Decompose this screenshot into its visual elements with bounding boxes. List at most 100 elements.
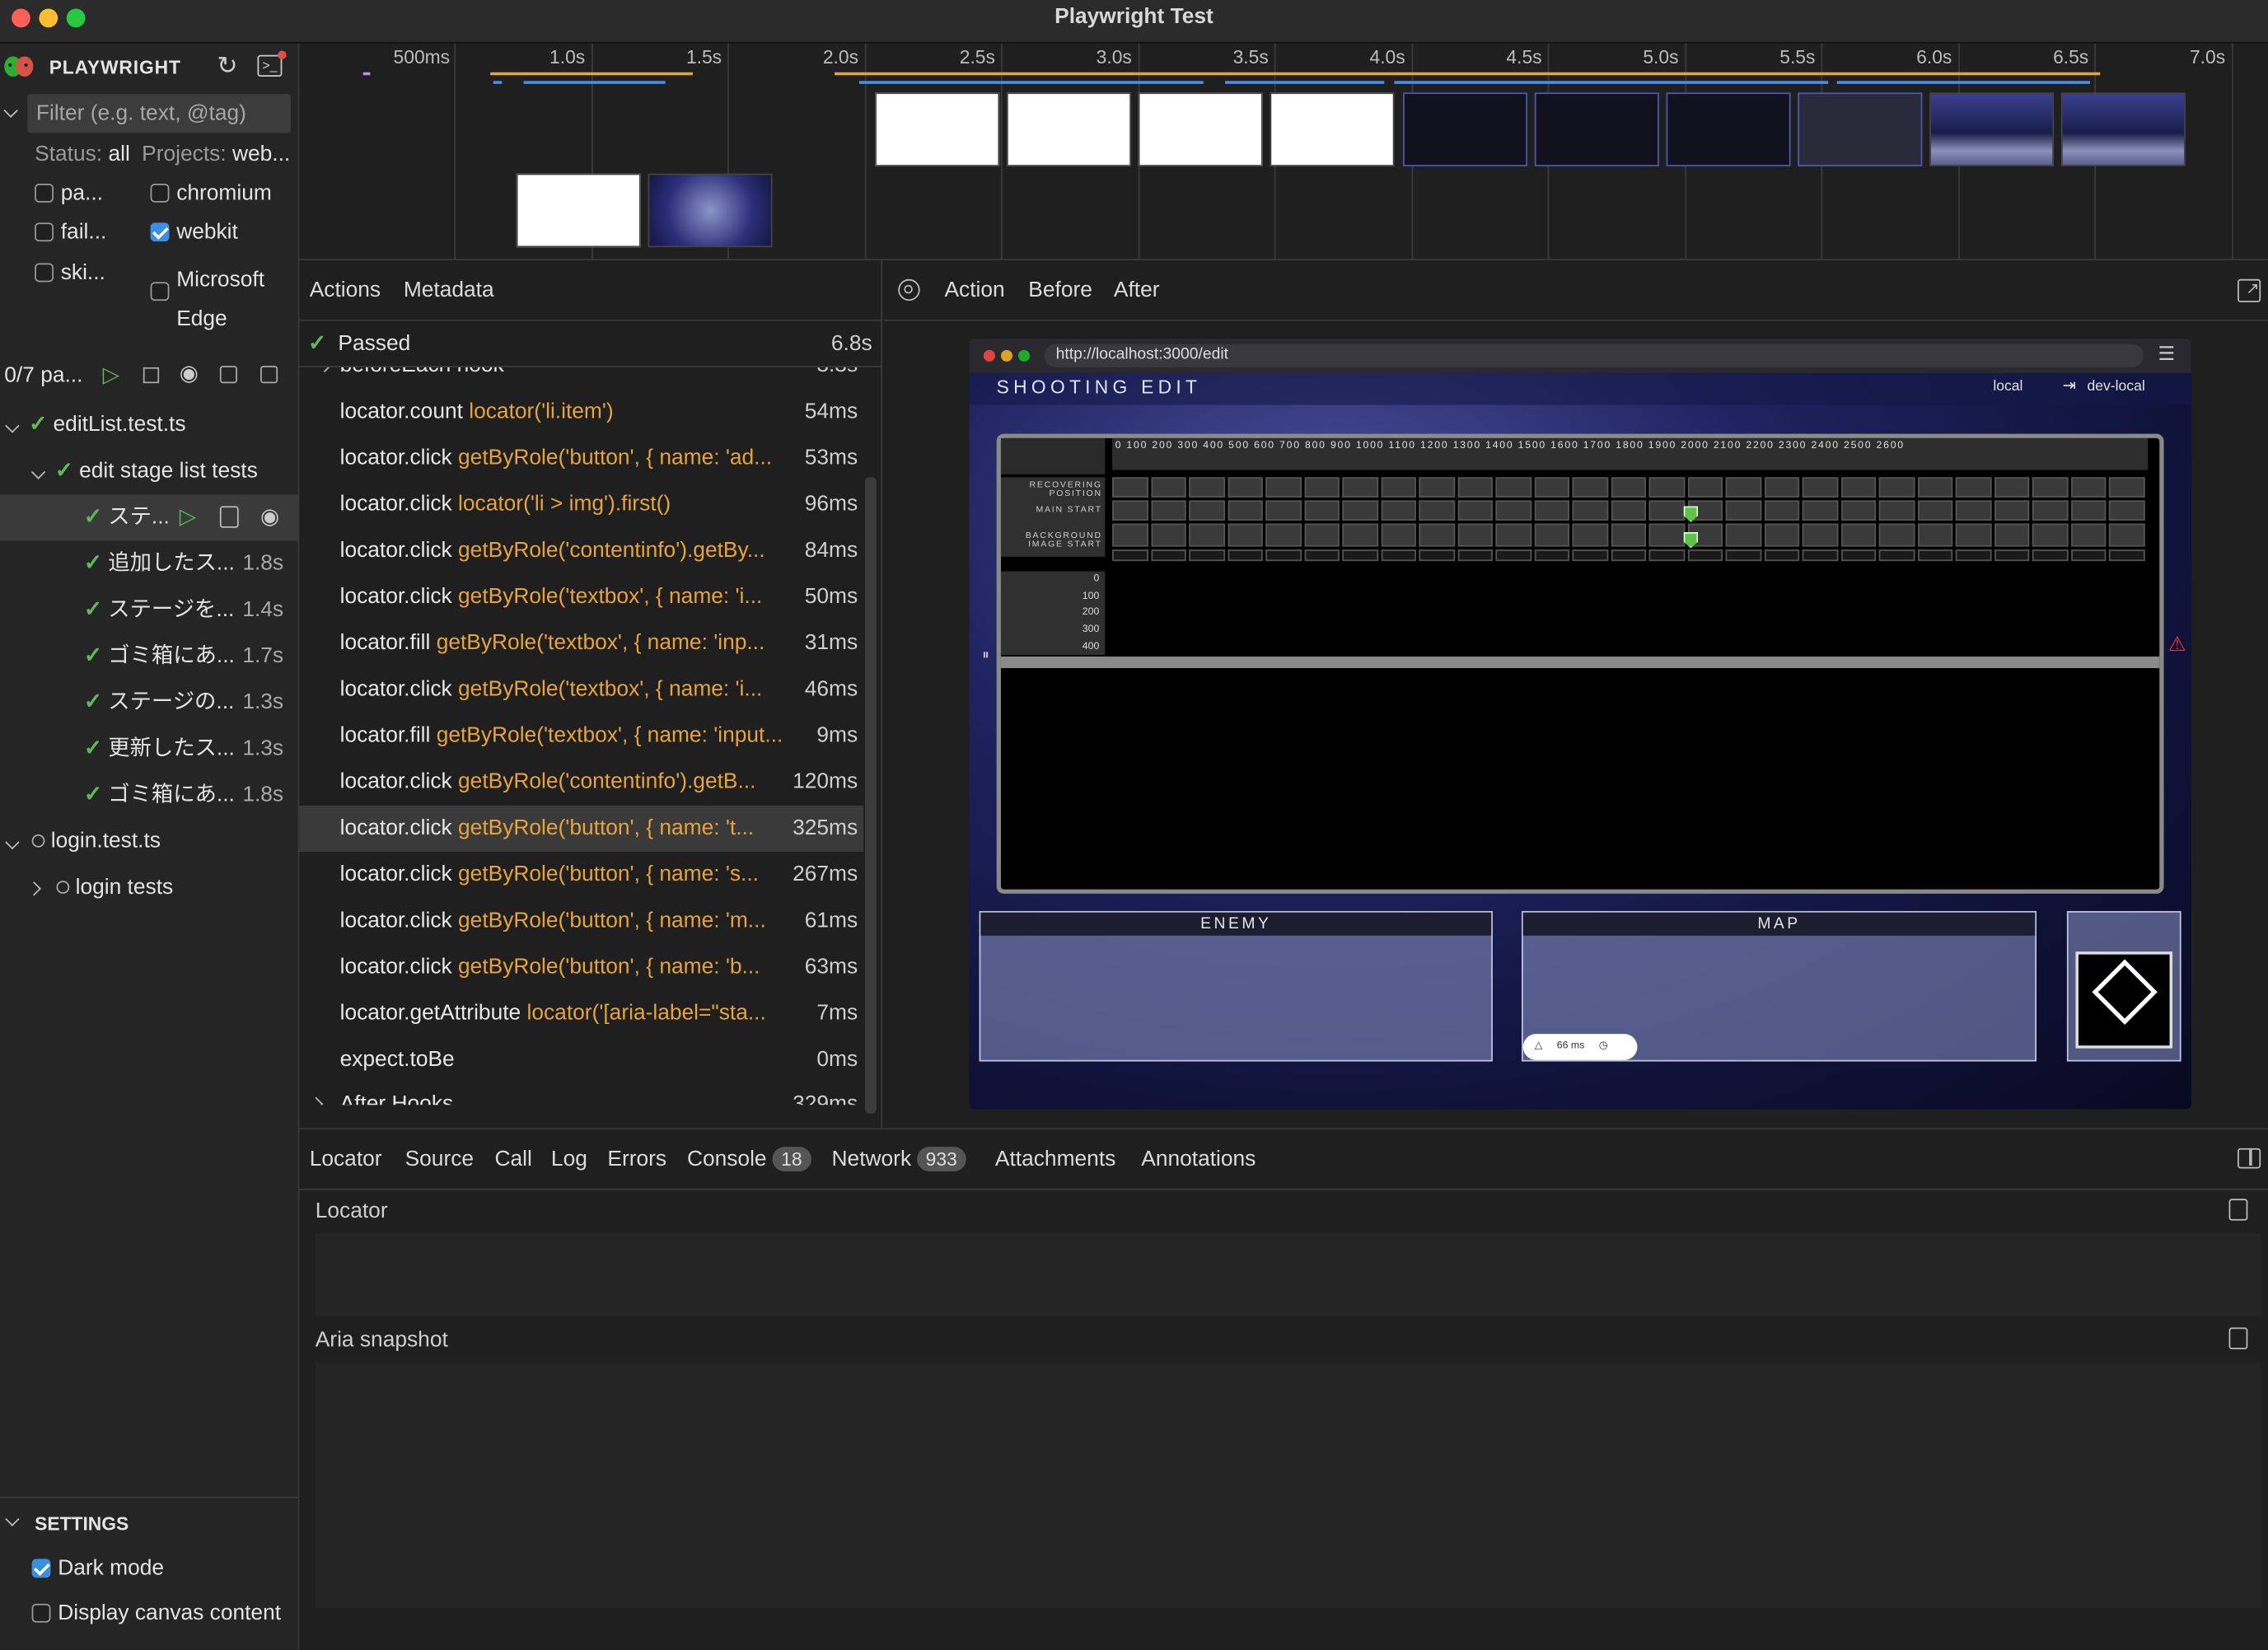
tab-action[interactable]: Action xyxy=(944,278,1004,302)
enemy-panel[interactable]: ENEMY xyxy=(979,910,1493,1062)
grid-cell[interactable] xyxy=(1572,500,1608,521)
grid-cell[interactable] xyxy=(2032,477,2069,498)
tab-call[interactable]: Call xyxy=(494,1147,531,1171)
grid-cell[interactable] xyxy=(1381,523,1417,547)
grid-cell[interactable] xyxy=(1112,500,1148,521)
grid-cell[interactable] xyxy=(2071,523,2107,547)
grid-cell[interactable] xyxy=(1150,549,1186,562)
after-hooks-row[interactable]: After Hooks 329ms xyxy=(299,1082,863,1105)
chevron-right-icon[interactable] xyxy=(26,881,41,896)
event-grid[interactable] xyxy=(1112,477,2148,569)
display-canvas-setting[interactable]: Display canvas content xyxy=(31,1601,281,1625)
checkbox-skipped[interactable]: ski... xyxy=(35,260,105,285)
grid-cell[interactable] xyxy=(1495,500,1531,521)
copy-locator-icon[interactable] xyxy=(2228,1199,2248,1221)
close-window-button[interactable] xyxy=(12,8,30,28)
tab-errors[interactable]: Errors xyxy=(607,1147,666,1171)
action-row[interactable]: locator.click locator('li > img').first(… xyxy=(299,481,864,528)
action-row[interactable]: beforeEach hook 3.3s xyxy=(299,367,863,389)
checkbox-box[interactable] xyxy=(35,222,54,242)
grid-cell[interactable] xyxy=(1879,477,1915,498)
action-row[interactable]: locator.click getByRole('button', { name… xyxy=(299,435,864,482)
checkbox-box[interactable] xyxy=(31,1603,51,1623)
grid-cell[interactable] xyxy=(1342,523,1378,547)
screenshot-thumbnail[interactable] xyxy=(875,92,1000,166)
grid-cell[interactable] xyxy=(1840,549,1877,562)
grid-cell[interactable] xyxy=(1648,523,1685,547)
grid-cell[interactable] xyxy=(1381,549,1417,562)
grid-cell[interactable] xyxy=(1265,500,1302,521)
grid-cell[interactable] xyxy=(1342,549,1378,562)
grid-cell[interactable] xyxy=(2032,549,2069,562)
grid-cell[interactable] xyxy=(1803,523,1839,547)
grid-cell[interactable] xyxy=(1227,477,1263,498)
tree-item-test[interactable]: ✓ 更新したス... 1.3s xyxy=(0,726,298,772)
grid-cell[interactable] xyxy=(1917,523,1953,547)
map-panel[interactable]: MAP △ 66 ms ◷ xyxy=(1521,910,2037,1062)
grid-cell[interactable] xyxy=(1534,477,1570,498)
grid-cell[interactable] xyxy=(1572,523,1608,547)
grid-cell[interactable] xyxy=(1303,549,1340,562)
checkbox-box[interactable] xyxy=(150,222,170,242)
checkbox-passed[interactable]: pa... xyxy=(35,180,103,205)
target-icon[interactable] xyxy=(898,278,920,301)
grid-cell[interactable] xyxy=(2109,500,2145,521)
tab-console[interactable]: Console 18 xyxy=(687,1147,811,1171)
action-row[interactable]: locator.click getByRole('button', { name… xyxy=(299,898,864,945)
aria-snapshot-editor[interactable] xyxy=(315,1362,2261,1609)
grid-cell[interactable] xyxy=(1265,477,1302,498)
checkbox-box[interactable] xyxy=(31,1559,51,1578)
tree-item-edit-stage-list-tests[interactable]: ✓ edit stage list tests xyxy=(0,448,298,494)
collapse-all-icon[interactable] xyxy=(219,366,237,384)
tree-item-test[interactable]: ✓ 追加したス... 1.8s xyxy=(0,541,298,587)
grid-cell[interactable] xyxy=(1419,549,1455,562)
grid-cell[interactable] xyxy=(2109,549,2145,562)
action-row[interactable]: locator.click getByRole('textbox', { nam… xyxy=(299,573,864,621)
grid-cell[interactable] xyxy=(1726,500,1762,521)
grid-cell[interactable] xyxy=(1840,500,1877,521)
actions-scrollbar[interactable] xyxy=(864,477,877,1114)
grid-cell[interactable] xyxy=(1227,500,1263,521)
grid-cell[interactable] xyxy=(2032,500,2069,521)
grid-cell[interactable] xyxy=(1879,549,1915,562)
grid-cell[interactable] xyxy=(1611,523,1647,547)
grid-cell[interactable] xyxy=(1495,549,1531,562)
chevron-down-icon[interactable] xyxy=(5,1512,20,1526)
action-row[interactable]: locator.click getByRole('button', { name… xyxy=(299,851,864,899)
grid-cell[interactable] xyxy=(1112,477,1148,498)
grid-cell[interactable] xyxy=(1994,523,2031,547)
grid-cell[interactable] xyxy=(1189,477,1225,498)
open-external-icon[interactable]: ↗ xyxy=(2238,278,2261,302)
action-row[interactable]: locator.count locator('li.item') 54ms xyxy=(299,389,864,436)
settings-header[interactable]: SETTINGS xyxy=(0,1511,298,1540)
tree-item-test[interactable]: ✓ ステージを... 1.4s xyxy=(0,587,298,633)
grid-cell[interactable] xyxy=(1342,477,1378,498)
grid-cell[interactable] xyxy=(1879,523,1915,547)
tree-item-editlist-file[interactable]: ✓ editList.test.ts xyxy=(0,402,298,448)
action-row[interactable]: locator.fill getByRole('textbox', { name… xyxy=(299,620,864,667)
grid-cell[interactable] xyxy=(1648,549,1685,562)
screenshot-thumbnail[interactable] xyxy=(2060,92,2186,166)
grid-cell[interactable] xyxy=(1495,477,1531,498)
copy-aria-icon[interactable] xyxy=(2228,1327,2248,1349)
screenshot-thumbnail[interactable] xyxy=(1929,92,2055,166)
grid-cell[interactable] xyxy=(2071,477,2107,498)
tab-after[interactable]: After xyxy=(1114,278,1160,302)
checkbox-webkit[interactable]: webkit xyxy=(150,220,238,245)
dark-mode-setting[interactable]: Dark mode xyxy=(31,1556,164,1581)
grid-cell[interactable] xyxy=(1648,500,1685,521)
grid-cell[interactable] xyxy=(1419,523,1455,547)
run-all-icon[interactable]: ▷ xyxy=(103,362,119,388)
grid-cell[interactable] xyxy=(1879,500,1915,521)
checkbox-box[interactable] xyxy=(150,183,170,203)
grid-cell[interactable] xyxy=(1917,477,1953,498)
grid-cell[interactable] xyxy=(1803,477,1839,498)
checkbox-box[interactable] xyxy=(150,282,170,301)
tab-log[interactable]: Log xyxy=(551,1147,587,1171)
grid-cell[interactable] xyxy=(1803,549,1839,562)
grid-cell[interactable] xyxy=(1419,477,1455,498)
action-row[interactable]: expect.toBe 0ms xyxy=(299,1036,864,1083)
grid-cell[interactable] xyxy=(1381,500,1417,521)
grid-cell[interactable] xyxy=(1994,549,2031,562)
checkbox-box[interactable] xyxy=(35,263,54,283)
